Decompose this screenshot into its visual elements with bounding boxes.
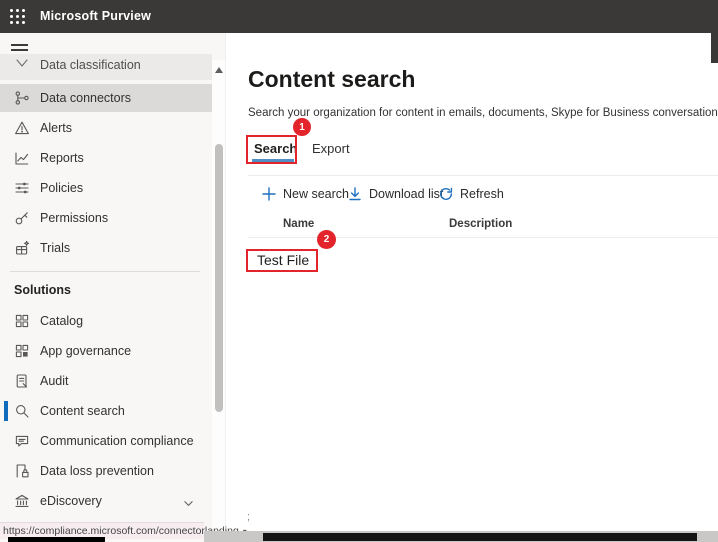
new-search-button[interactable]: New search (261, 185, 349, 202)
sidebar-item-alerts[interactable]: Alerts (0, 114, 212, 142)
sidebar-item-label: Alerts (40, 121, 72, 135)
chevron-down-icon[interactable] (183, 496, 194, 514)
download-list-button[interactable]: Download list (347, 185, 443, 202)
sidebar-item-label: Policies (40, 181, 83, 195)
sidebar-item-label: App governance (40, 344, 131, 358)
sidebar-item-label: Data connectors (40, 91, 131, 105)
app-window: Microsoft Purview Data classification Da… (0, 0, 718, 542)
download-icon (347, 186, 363, 202)
plus-icon (261, 186, 277, 202)
refresh-button[interactable]: Refresh (438, 185, 504, 202)
alert-triangle-icon (14, 120, 30, 136)
stray-character: ; (247, 511, 250, 523)
sidebar-item-label: eDiscovery (40, 494, 102, 508)
sidebar-item-permissions[interactable]: Permissions (0, 204, 212, 232)
annotation-step-1-badge: 1 (293, 118, 311, 136)
grid-apps-icon (14, 343, 30, 359)
data-classification-icon (14, 57, 30, 73)
horizontal-scrollbar[interactable] (204, 531, 718, 542)
sidebar-item-label: Data loss prevention (40, 464, 154, 478)
sidebar-item-audit[interactable]: Audit (0, 367, 212, 395)
annotation-box-search-tab (246, 135, 297, 164)
sidebar-item-label: Trials (40, 241, 70, 255)
sidebar-item-label: Data classification (40, 58, 141, 72)
sidebar-item-data-connectors[interactable]: Data connectors (0, 84, 212, 112)
document-lock-icon (14, 463, 30, 479)
key-icon (14, 210, 30, 226)
sidebar-item-data-classification[interactable]: Data classification (0, 54, 212, 80)
right-edge-panel (711, 33, 718, 63)
sidebar-item-label: Audit (40, 374, 69, 388)
annotation-box-test-file (246, 249, 318, 272)
sidebar-item-app-governance[interactable]: App governance (0, 337, 212, 365)
ediscovery-building-icon (14, 493, 30, 509)
sidebar-item-label: Communication compliance (40, 434, 194, 448)
column-header-name[interactable]: Name (283, 218, 314, 230)
page-subtitle: Search your organization for content in … (248, 107, 718, 119)
search-icon (14, 403, 30, 419)
bottom-left-artifact (8, 537, 105, 542)
sidebar-item-label: Reports (40, 151, 84, 165)
sidebar: Data classification Data connectors Aler… (0, 33, 225, 542)
topbar: Microsoft Purview (0, 0, 718, 33)
sidebar-item-label: Content search (40, 404, 125, 418)
horizontal-scrollbar-thumb[interactable] (263, 533, 697, 541)
refresh-icon (438, 186, 454, 202)
app-title: Microsoft Purview (40, 0, 151, 33)
sidebar-scrollbar-thumb[interactable] (215, 144, 223, 412)
tab-export[interactable]: Export (312, 141, 350, 156)
sidebar-item-policies[interactable]: Policies (0, 174, 212, 202)
annotation-step-2-badge: 2 (317, 230, 336, 249)
page-title: Content search (248, 66, 415, 93)
grid-icon (14, 313, 30, 329)
sidebar-item-catalog[interactable]: Catalog (0, 307, 212, 335)
tab-strip-divider (248, 175, 718, 176)
sidebar-divider (10, 271, 200, 272)
trial-box-icon (14, 240, 30, 256)
column-header-description[interactable]: Description (449, 218, 512, 230)
sidebar-item-data-loss-prevention[interactable]: Data loss prevention (0, 457, 212, 485)
sidebar-scrollbar[interactable] (212, 60, 225, 531)
sidebar-section-solutions: Solutions (14, 280, 71, 300)
chat-bubble-icon (14, 433, 30, 449)
data-connectors-icon (14, 90, 30, 106)
sidebar-item-ediscovery[interactable]: eDiscovery (0, 487, 212, 515)
audit-document-icon (14, 373, 30, 389)
sidebar-item-trials[interactable]: Trials (0, 234, 212, 262)
content-area: Content search Search your organization … (225, 33, 718, 531)
sliders-icon (14, 180, 30, 196)
app-launcher-icon[interactable] (6, 5, 29, 28)
scroll-up-arrow-icon[interactable] (215, 67, 223, 73)
selected-indicator (4, 401, 8, 421)
sidebar-item-communication-compliance[interactable]: Communication compliance (0, 427, 212, 455)
sidebar-item-label: Catalog (40, 314, 83, 328)
line-chart-icon (14, 150, 30, 166)
sidebar-item-label: Permissions (40, 211, 108, 225)
sidebar-item-reports[interactable]: Reports (0, 144, 212, 172)
sidebar-item-content-search[interactable]: Content search (0, 397, 212, 425)
